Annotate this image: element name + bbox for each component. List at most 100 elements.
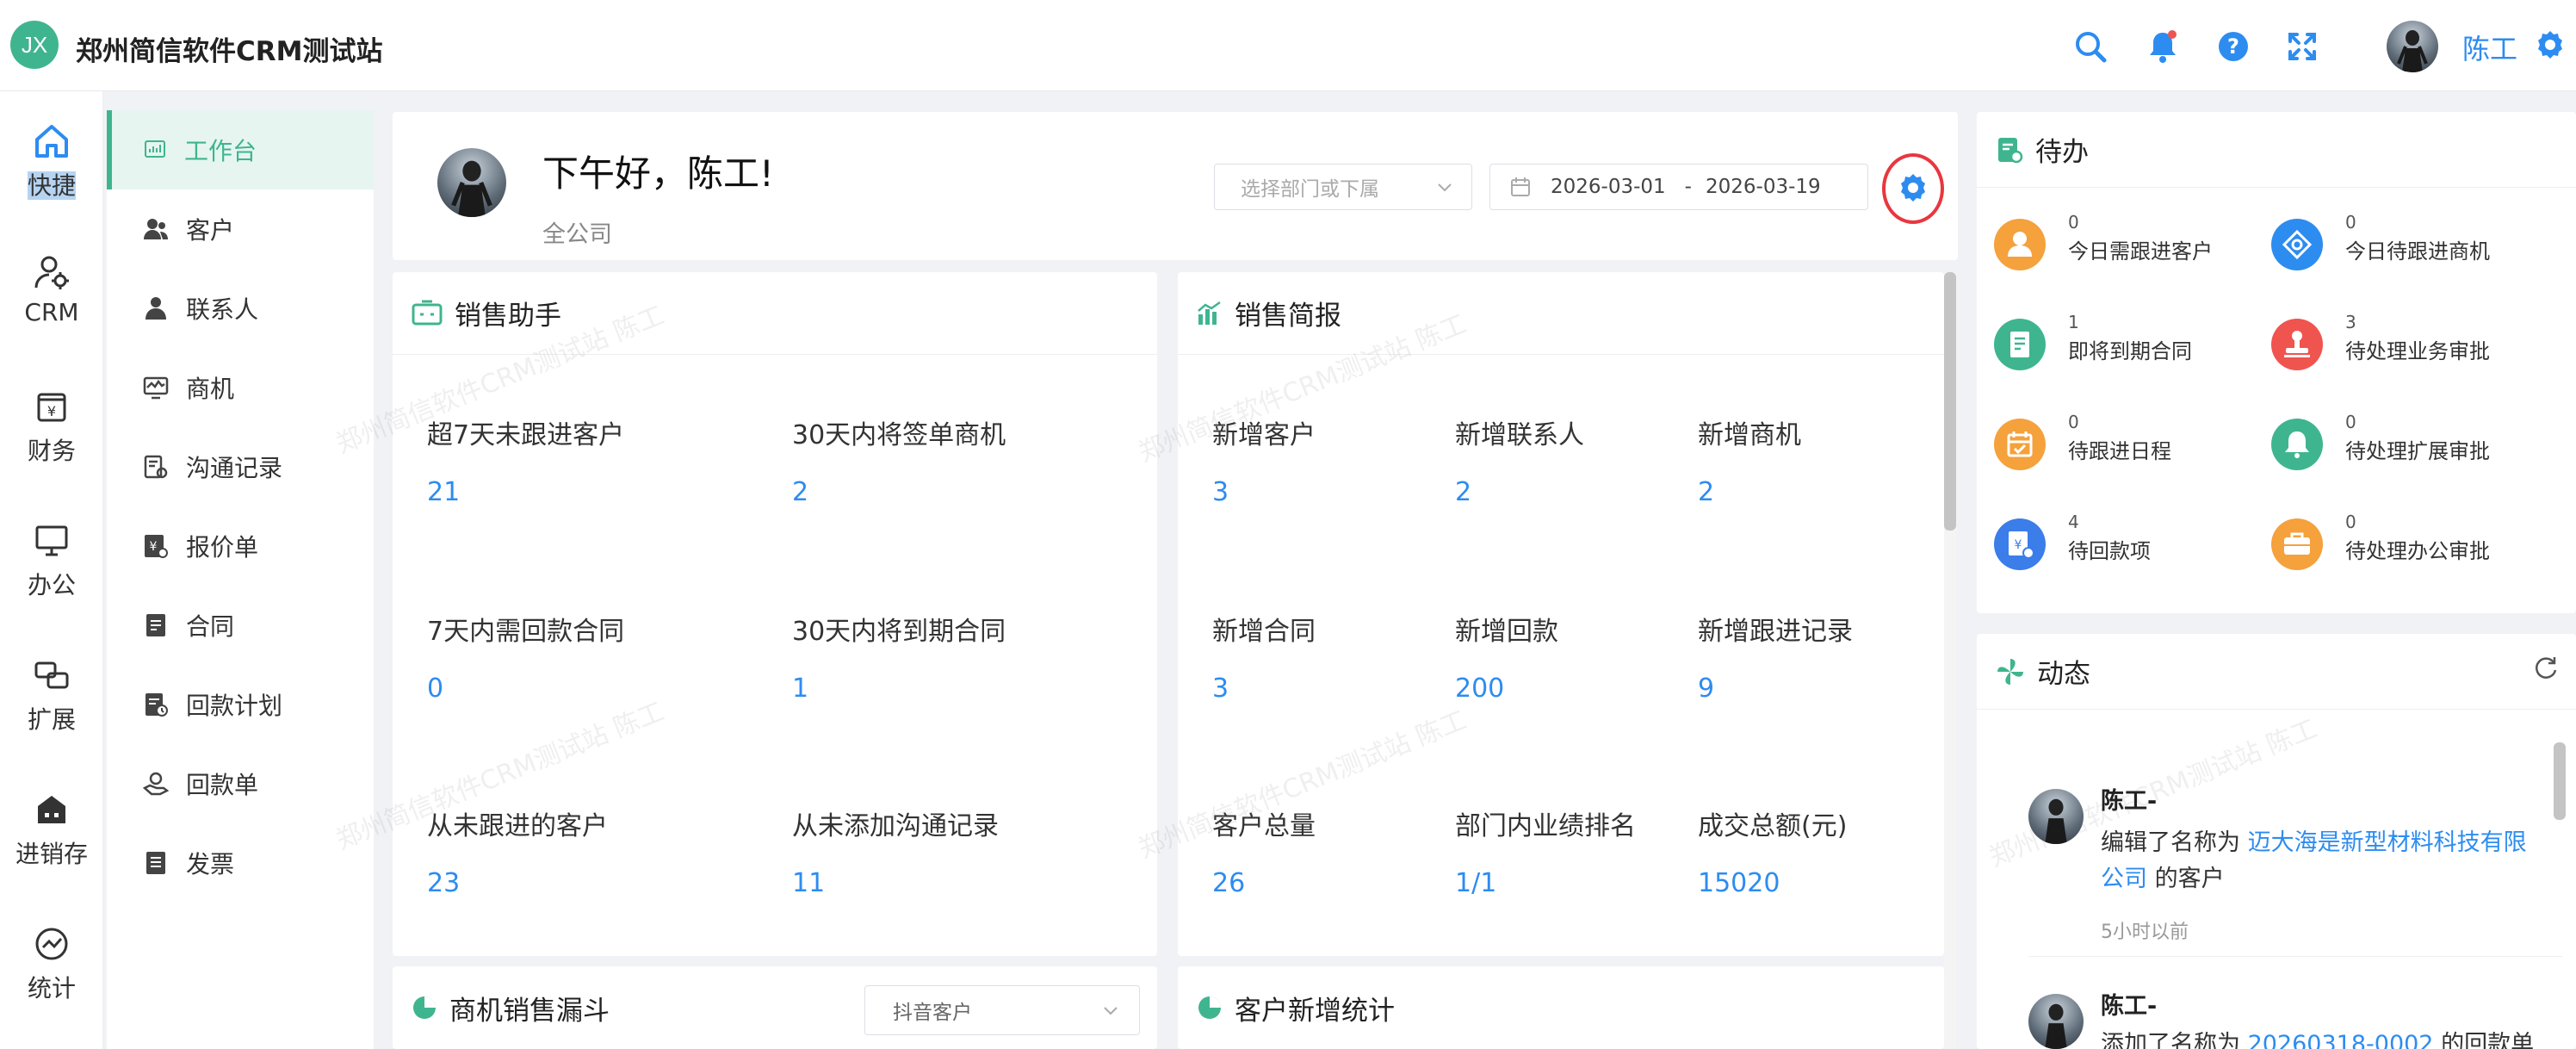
content-scrollbar-thumb[interactable] [1944, 272, 1956, 531]
todo-item[interactable]: 0 待处理扩展审批 [2271, 412, 2538, 481]
menu-label: 报价单 [186, 533, 259, 562]
user-name[interactable]: 陈工 [2462, 28, 2517, 67]
rail-label: 快捷 [27, 171, 76, 200]
rail-item-office[interactable]: 办公 [0, 491, 103, 620]
todo-card: 待办 0 今日需跟进客户 0 今日待跟进商机 1 即将到期合同 3 待处理业务审… [1977, 112, 2576, 613]
menu-item-opportunity[interactable]: 商机 [107, 348, 374, 427]
sales-assistant-card: 销售助手 超7天未跟进客户 21 30天内将签单商机 2 7天内需回款合同 0 … [332, 272, 1157, 956]
customer-growth-card: 客户新增统计 [1178, 966, 1944, 1049]
app-logo[interactable]: JX [10, 21, 59, 69]
app-title: 郑州简信软件CRM测试站 [76, 36, 383, 67]
stat-label: 7天内需回款合同 [427, 617, 625, 647]
activity-user: 陈工- [2101, 788, 2158, 815]
search-icon[interactable] [2073, 29, 2108, 64]
stat-value[interactable]: 23 [427, 868, 460, 898]
communication-record-icon [144, 455, 168, 479]
date-range-picker[interactable]: 2026-03-01 - 2026-03-19 [1489, 164, 1868, 210]
stat-value[interactable]: 200 [1455, 673, 1504, 704]
rail-item-crm[interactable]: CRM [0, 222, 103, 351]
stat-label: 成交总额(元) [1698, 811, 1848, 841]
rail-item-finance[interactable]: ¥ 财务 [0, 357, 103, 486]
stat-value[interactable]: 2 [1698, 477, 1714, 507]
menu-label: 联系人 [186, 295, 259, 324]
rail-item-extend[interactable]: 扩展 [0, 625, 103, 754]
stat-value[interactable]: 21 [427, 477, 460, 507]
fullscreen-icon[interactable] [2285, 29, 2319, 64]
stat-value[interactable]: 2 [792, 477, 808, 507]
stat-value[interactable]: 1/1 [1455, 868, 1496, 898]
date-end[interactable]: 2026-03-19 [1706, 176, 1821, 198]
stat-value[interactable]: 15020 [1698, 868, 1780, 898]
svg-text:¥: ¥ [47, 403, 56, 419]
rail-item-stats[interactable]: 统计 [0, 894, 103, 1023]
todo-item[interactable]: 0 今日待跟进商机 [2271, 212, 2538, 281]
stat-label: 新增跟进记录 [1698, 617, 1853, 647]
menu-label: 商机 [186, 375, 235, 403]
menu-item-payment-receipt[interactable]: 回款单 [107, 744, 374, 823]
opportunity-icon [143, 376, 169, 400]
activity-text: 编辑了名称为 迈大海是新型材料科技有限公司 的客户 [2101, 825, 2548, 897]
stat-label: 30天内将到期合同 [792, 617, 1006, 647]
calendar-icon [1511, 177, 1530, 196]
activity-time: 5小时以前 [2101, 922, 2189, 943]
stat-label: 新增联系人 [1455, 420, 1584, 450]
payment-receipt-icon [143, 772, 169, 796]
todo-item[interactable]: 0 待跟进日程 [1994, 412, 2261, 481]
activity-scrollbar-thumb[interactable] [2554, 742, 2566, 820]
menu-label: 回款计划 [186, 692, 283, 720]
todo-count: 3 [2345, 312, 2356, 332]
activity-link[interactable]: 20260318-0002 [2248, 1031, 2434, 1049]
todo-item[interactable]: 0 待处理办公审批 [2271, 512, 2538, 580]
todo-count: 0 [2068, 412, 2079, 432]
sub-menu: 工作台 客户 联系人 商机 沟通记录 ¥ 报价单 合同 回款计划 回款单 发票 [107, 110, 374, 1049]
stat-value[interactable]: 11 [792, 868, 825, 898]
todo-title: 待办 [2035, 137, 2089, 168]
notification-bell-icon[interactable] [2146, 29, 2180, 64]
help-icon[interactable]: ? [2216, 29, 2251, 64]
refresh-icon[interactable] [2533, 655, 2559, 680]
funnel-source-select[interactable]: 抖音客户 [864, 985, 1140, 1035]
todo-item[interactable]: 1 即将到期合同 [1994, 312, 2261, 381]
date-separator: - [1684, 176, 1692, 198]
menu-item-dashboard[interactable]: 工作台 [107, 110, 374, 189]
todo-icon [1998, 137, 2023, 163]
dept-select[interactable]: 选择部门或下属 [1214, 164, 1472, 210]
todo-item[interactable]: 3 待处理业务审批 [2271, 312, 2538, 381]
user-avatar[interactable] [2387, 21, 2438, 72]
stat-value[interactable]: 26 [1212, 868, 1245, 898]
content-scrollbar-track[interactable] [1944, 272, 1956, 1049]
bell-icon [2271, 419, 2323, 470]
menu-item-quotation[interactable]: ¥ 报价单 [107, 506, 374, 586]
svg-text:¥: ¥ [150, 540, 158, 554]
stat-value[interactable]: 0 [427, 673, 443, 704]
stat-value[interactable]: 2 [1455, 477, 1471, 507]
menu-item-customer[interactable]: 客户 [107, 189, 374, 269]
stat-value[interactable]: 3 [1212, 673, 1229, 704]
menu-item-communication[interactable]: 沟通记录 [107, 427, 374, 506]
menu-item-invoice[interactable]: 发票 [107, 823, 374, 903]
activity-divider [2028, 956, 2562, 957]
stat-value[interactable]: 9 [1698, 673, 1714, 704]
sales-brief-title: 销售简报 [1235, 301, 1341, 332]
menu-item-payment-plan[interactable]: 回款计划 [107, 665, 374, 744]
menu-label: 回款单 [186, 771, 259, 799]
dashboard-settings-gear-icon[interactable] [1898, 172, 1929, 203]
pie-chart-icon [413, 996, 436, 1019]
todo-item[interactable]: ¥ 4 待回款项 [1994, 512, 2261, 580]
date-start[interactable]: 2026-03-01 [1551, 176, 1666, 198]
rail-label: 扩展 [27, 705, 76, 734]
activity-header: 动态 [1977, 634, 2576, 710]
rail-item-inventory[interactable]: 进销存 [0, 760, 103, 889]
stat-value[interactable]: 3 [1212, 477, 1229, 507]
menu-item-contract[interactable]: 合同 [107, 586, 374, 665]
contact-icon [146, 297, 166, 320]
activity-title: 动态 [2037, 659, 2090, 690]
menu-item-contact[interactable]: 联系人 [107, 269, 374, 348]
rail-item-quick[interactable]: 快捷 [0, 91, 103, 220]
settings-gear-icon[interactable] [2535, 29, 2566, 60]
stat-value[interactable]: 1 [792, 673, 808, 704]
menu-label: 合同 [186, 612, 235, 641]
rail-label: 办公 [27, 571, 76, 599]
briefcase-icon [2271, 518, 2323, 570]
todo-item[interactable]: 0 今日需跟进客户 [1994, 212, 2261, 281]
